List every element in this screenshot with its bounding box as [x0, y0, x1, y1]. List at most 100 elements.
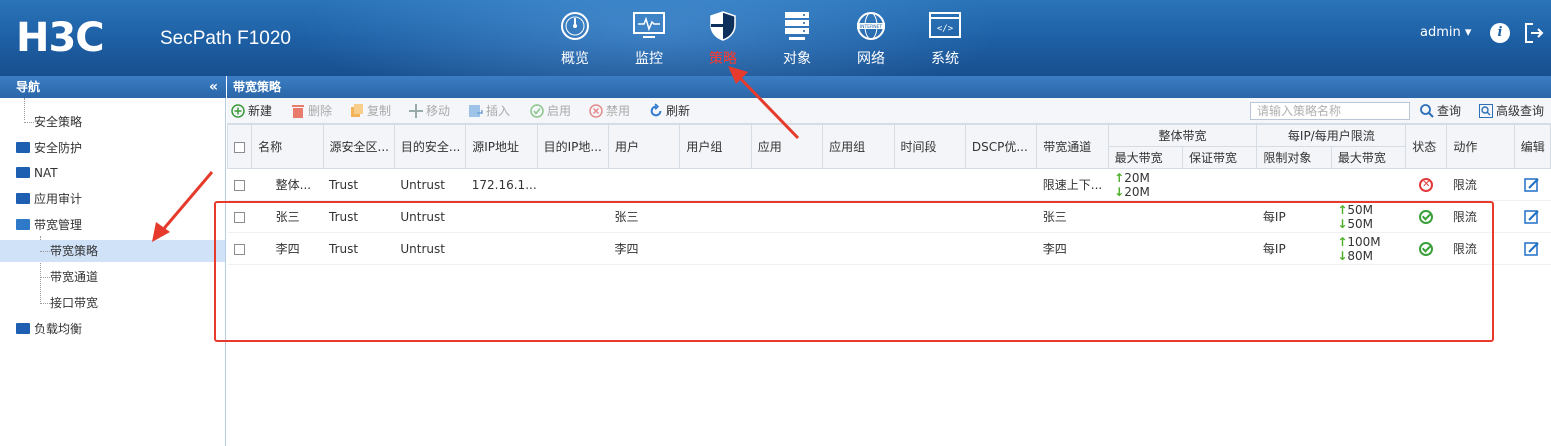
- nav-overview[interactable]: 概览: [538, 10, 612, 68]
- edit-icon: [1524, 209, 1540, 224]
- internet-icon: INTERNET: [834, 10, 908, 42]
- cell-status[interactable]: [1405, 200, 1447, 233]
- top-nav: 概览 监控 策略 对象 INTERNET 网络 </> 系统: [538, 10, 982, 68]
- cell-channel: 限速上下...: [1036, 168, 1109, 201]
- disable-button[interactable]: 禁用: [589, 102, 630, 120]
- col-user[interactable]: 用户: [607, 124, 681, 169]
- table-row[interactable]: 李四 Trust Untrust 李四 李四 每IP ↑100M ↓80M 限流: [227, 232, 1551, 265]
- col-max-bandwidth[interactable]: 最大带宽: [1107, 146, 1184, 169]
- cell-src-ip: 172.16.1...: [465, 168, 538, 201]
- delete-button[interactable]: 删除: [291, 102, 332, 120]
- row-checkbox[interactable]: [227, 168, 252, 201]
- col-time-range[interactable]: 时间段: [893, 124, 966, 169]
- nav-system[interactable]: </> 系统: [908, 10, 982, 68]
- refresh-button[interactable]: 刷新: [649, 102, 690, 120]
- table-row[interactable]: 张三 Trust Untrust 张三 张三 每IP ↑50M ↓50M 限流: [227, 200, 1551, 233]
- nav-policy[interactable]: 策略: [686, 10, 760, 68]
- col-guaranteed-bandwidth[interactable]: 保证带宽: [1182, 146, 1258, 169]
- cell-max-bandwidth: [1108, 232, 1183, 265]
- nav-label: 概览: [561, 51, 589, 67]
- col-limit-target[interactable]: 限制对象: [1256, 146, 1332, 169]
- col-dscp[interactable]: DSCP优...: [964, 124, 1038, 169]
- max-up-value: 20M: [1124, 170, 1150, 185]
- sidebar-item-bandwidth-management[interactable]: 带宽管理: [16, 214, 82, 236]
- col-user-group[interactable]: 用户组: [679, 124, 752, 169]
- col-dst-zone[interactable]: 目的安全...: [393, 124, 467, 169]
- advanced-search-button[interactable]: 高级查询: [1479, 102, 1544, 120]
- cell-src-zone: Trust: [323, 168, 395, 201]
- col-name[interactable]: 名称: [251, 124, 324, 169]
- cell-guaranteed: [1182, 200, 1257, 233]
- sidebar-item-security-policy[interactable]: 安全策略: [34, 111, 82, 133]
- cell-status[interactable]: [1405, 232, 1447, 265]
- cell-user-group: [679, 168, 752, 201]
- nav-network[interactable]: INTERNET 网络: [834, 10, 908, 68]
- advanced-search-icon: [1479, 104, 1493, 118]
- col-channel[interactable]: 带宽通道: [1036, 124, 1109, 169]
- select-all-checkbox[interactable]: [226, 124, 253, 169]
- nav-label: 策略: [709, 51, 737, 67]
- col-dst-ip[interactable]: 目的IP地...: [536, 124, 610, 169]
- cell-time-range: [894, 200, 966, 233]
- col-status[interactable]: 状态: [1405, 124, 1448, 169]
- col-edit: 编辑: [1513, 124, 1551, 169]
- cell-dst-ip: [537, 200, 609, 233]
- move-button[interactable]: 移动: [409, 102, 450, 120]
- sidebar: 安全策略 安全防护 NAT 应用审计 带宽管理 带宽策略 带宽通道 接口带宽 负…: [0, 98, 226, 446]
- enable-button[interactable]: 启用: [530, 102, 571, 120]
- col-action[interactable]: 动作: [1446, 124, 1515, 169]
- insert-button[interactable]: 插入: [469, 102, 510, 120]
- user-menu[interactable]: admin ▾: [1420, 25, 1471, 40]
- collapse-sidebar-button[interactable]: «: [209, 76, 218, 98]
- edit-button[interactable]: [1514, 200, 1551, 233]
- cell-action: 限流: [1446, 232, 1515, 265]
- search-button[interactable]: 查询: [1420, 102, 1461, 120]
- col-app-group[interactable]: 应用组: [822, 124, 895, 169]
- row-checkbox[interactable]: [227, 232, 252, 265]
- cell-action: 限流: [1446, 168, 1515, 201]
- cell-app-group: [822, 200, 894, 233]
- col-src-zone[interactable]: 源安全区...: [322, 124, 395, 169]
- cell-user: 李四: [608, 232, 680, 265]
- sidebar-item-bandwidth-policy[interactable]: 带宽策略: [0, 240, 225, 262]
- cell-app: [751, 232, 823, 265]
- nav-monitor[interactable]: 监控: [612, 10, 686, 68]
- sidebar-item-label: 安全防护: [34, 141, 83, 155]
- col-src-ip[interactable]: 源IP地址: [465, 124, 538, 169]
- sidebar-item-nat[interactable]: NAT: [16, 162, 58, 184]
- sidebar-item-load-balancing[interactable]: 负载均衡: [16, 318, 82, 340]
- table-row[interactable]: 整体... Trust Untrust 172.16.1... 限速上下... …: [227, 168, 1551, 201]
- edit-button[interactable]: [1514, 168, 1551, 201]
- cell-dst-zone: Untrust: [394, 168, 466, 201]
- sidebar-item-interface-bandwidth[interactable]: 接口带宽: [50, 292, 98, 314]
- nav-object[interactable]: 对象: [760, 10, 834, 68]
- copy-button[interactable]: 复制: [350, 102, 391, 120]
- sidebar-title: 导航: [16, 80, 41, 94]
- cell-limit-target: 每IP: [1256, 200, 1332, 233]
- search-icon: [1420, 104, 1434, 118]
- edit-button[interactable]: [1514, 232, 1551, 265]
- cell-status[interactable]: ✕: [1405, 168, 1447, 201]
- sidebar-item-app-audit[interactable]: 应用审计: [16, 188, 82, 210]
- plus-circle-icon: [231, 104, 245, 118]
- cell-limit-target: 每IP: [1256, 232, 1332, 265]
- row-checkbox[interactable]: [227, 200, 252, 233]
- copy-label: 复制: [367, 104, 392, 118]
- new-button[interactable]: 新建: [231, 102, 272, 120]
- advanced-search-label: 高级查询: [1496, 104, 1545, 118]
- col-overall-bandwidth: 整体带宽: [1107, 124, 1258, 147]
- x-circle-icon: [589, 104, 603, 118]
- col-app[interactable]: 应用: [750, 124, 824, 169]
- cell-time-range: [894, 168, 966, 201]
- col-per-max-bandwidth[interactable]: 最大带宽: [1330, 146, 1407, 169]
- svg-text:INTERNET: INTERNET: [860, 24, 883, 30]
- info-icon[interactable]: i: [1490, 23, 1510, 43]
- policy-name-search-input[interactable]: [1250, 102, 1410, 120]
- shield-icon: [686, 10, 760, 42]
- logout-icon[interactable]: [1524, 22, 1544, 47]
- code-window-icon: </>: [908, 10, 982, 42]
- policy-table: 名称 源安全区... 目的安全... 源IP地址 目的IP地... 用户 用户组…: [226, 124, 1551, 265]
- sidebar-item-bandwidth-channel[interactable]: 带宽通道: [50, 266, 98, 288]
- per-down-value: 80M: [1347, 248, 1373, 263]
- sidebar-item-security-protection[interactable]: 安全防护: [16, 137, 82, 159]
